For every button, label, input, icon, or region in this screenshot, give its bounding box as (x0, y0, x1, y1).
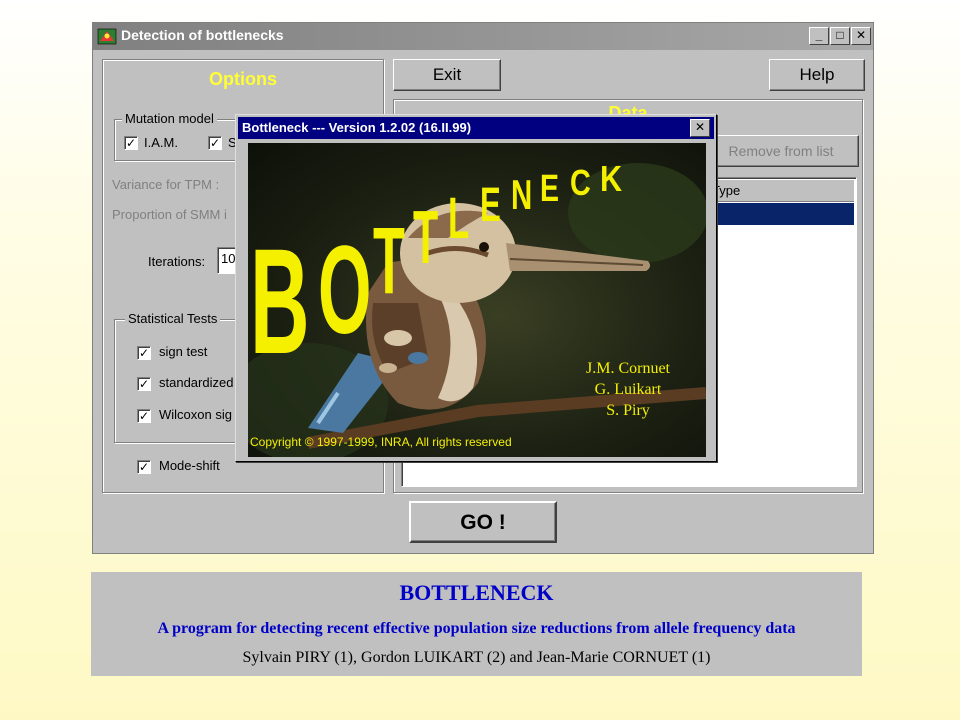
logo-letter: E (480, 177, 501, 232)
close-button[interactable]: ✕ (851, 27, 871, 45)
standardized-test-checkbox[interactable]: ✓ (137, 377, 151, 391)
about-dialog: Bottleneck --- Version 1.2.02 (16.II.99)… (235, 114, 717, 462)
logo-letter: K (600, 160, 622, 200)
banner-subtitle: A program for detecting recent effective… (157, 620, 796, 637)
mode-shift-label: Mode-shift (159, 458, 220, 473)
wilcoxon-test-checkbox[interactable]: ✓ (137, 409, 151, 423)
variance-tpm-label: Variance for TPM : (112, 177, 220, 192)
logo-letter: L (448, 187, 469, 251)
logo-letter: C (570, 162, 591, 203)
logo-letter: N (511, 171, 532, 219)
iam-checkbox[interactable]: ✓ (124, 136, 138, 150)
help-button[interactable]: Help (769, 59, 865, 91)
logo-letter: T (373, 209, 405, 314)
logo-letter: T (413, 195, 438, 279)
logo-letter: O (318, 221, 371, 360)
wilcoxon-test-label: Wilcoxon sig (159, 407, 232, 422)
exit-button[interactable]: Exit (393, 59, 501, 91)
remove-from-list-button[interactable]: Remove from list (703, 135, 859, 167)
dialog-title-bar[interactable]: Bottleneck --- Version 1.2.02 (16.II.99)… (238, 117, 714, 139)
info-banner: BOTTLENECK A program for detecting recen… (91, 572, 862, 676)
banner-authors: Sylvain PIRY (1), Gordon LUIKART (2) and… (242, 649, 711, 666)
title-bar[interactable]: Detection of bottlenecks _ □ ✕ (93, 23, 873, 50)
banner-heading: BOTTLENECK (399, 580, 554, 605)
logo-letter: E (540, 168, 559, 210)
iam-label: I.A.M. (144, 135, 178, 150)
splash-author: J.M. Cornuet (586, 360, 670, 377)
mutation-model-legend: Mutation model (122, 111, 217, 126)
minimize-button[interactable]: _ (809, 27, 829, 45)
app-icon (97, 28, 117, 45)
proportion-smm-label: Proportion of SMM i (112, 207, 227, 222)
splash-copyright: Copyright © 1997-1999, INRA, All rights … (250, 435, 512, 449)
maximize-button[interactable]: □ (830, 27, 850, 45)
options-heading: Options (209, 69, 277, 89)
splash-image: BOTTLENECK J.M. Cornuet G. Luikart S. Pi… (248, 143, 706, 457)
splash-author: S. Piry (606, 402, 650, 419)
go-button[interactable]: GO ! (409, 501, 557, 543)
sign-test-checkbox[interactable]: ✓ (137, 346, 151, 360)
splash-authors: J.M. Cornuet G. Luikart S. Piry (558, 358, 698, 421)
standardized-test-label: standardized (159, 375, 234, 390)
mode-shift-checkbox[interactable]: ✓ (137, 460, 151, 474)
window-title: Detection of bottlenecks (121, 27, 284, 43)
splash-author: G. Luikart (594, 381, 662, 398)
iterations-label: Iterations: (148, 254, 206, 269)
dialog-title: Bottleneck --- Version 1.2.02 (16.II.99) (242, 120, 472, 135)
logo-letter: B (250, 217, 310, 386)
sign-test-label: sign test (159, 344, 208, 359)
statistical-tests-legend: Statistical Tests (125, 311, 221, 326)
second-model-checkbox[interactable]: ✓ (208, 136, 222, 150)
dialog-close-button[interactable]: ✕ (690, 119, 710, 137)
